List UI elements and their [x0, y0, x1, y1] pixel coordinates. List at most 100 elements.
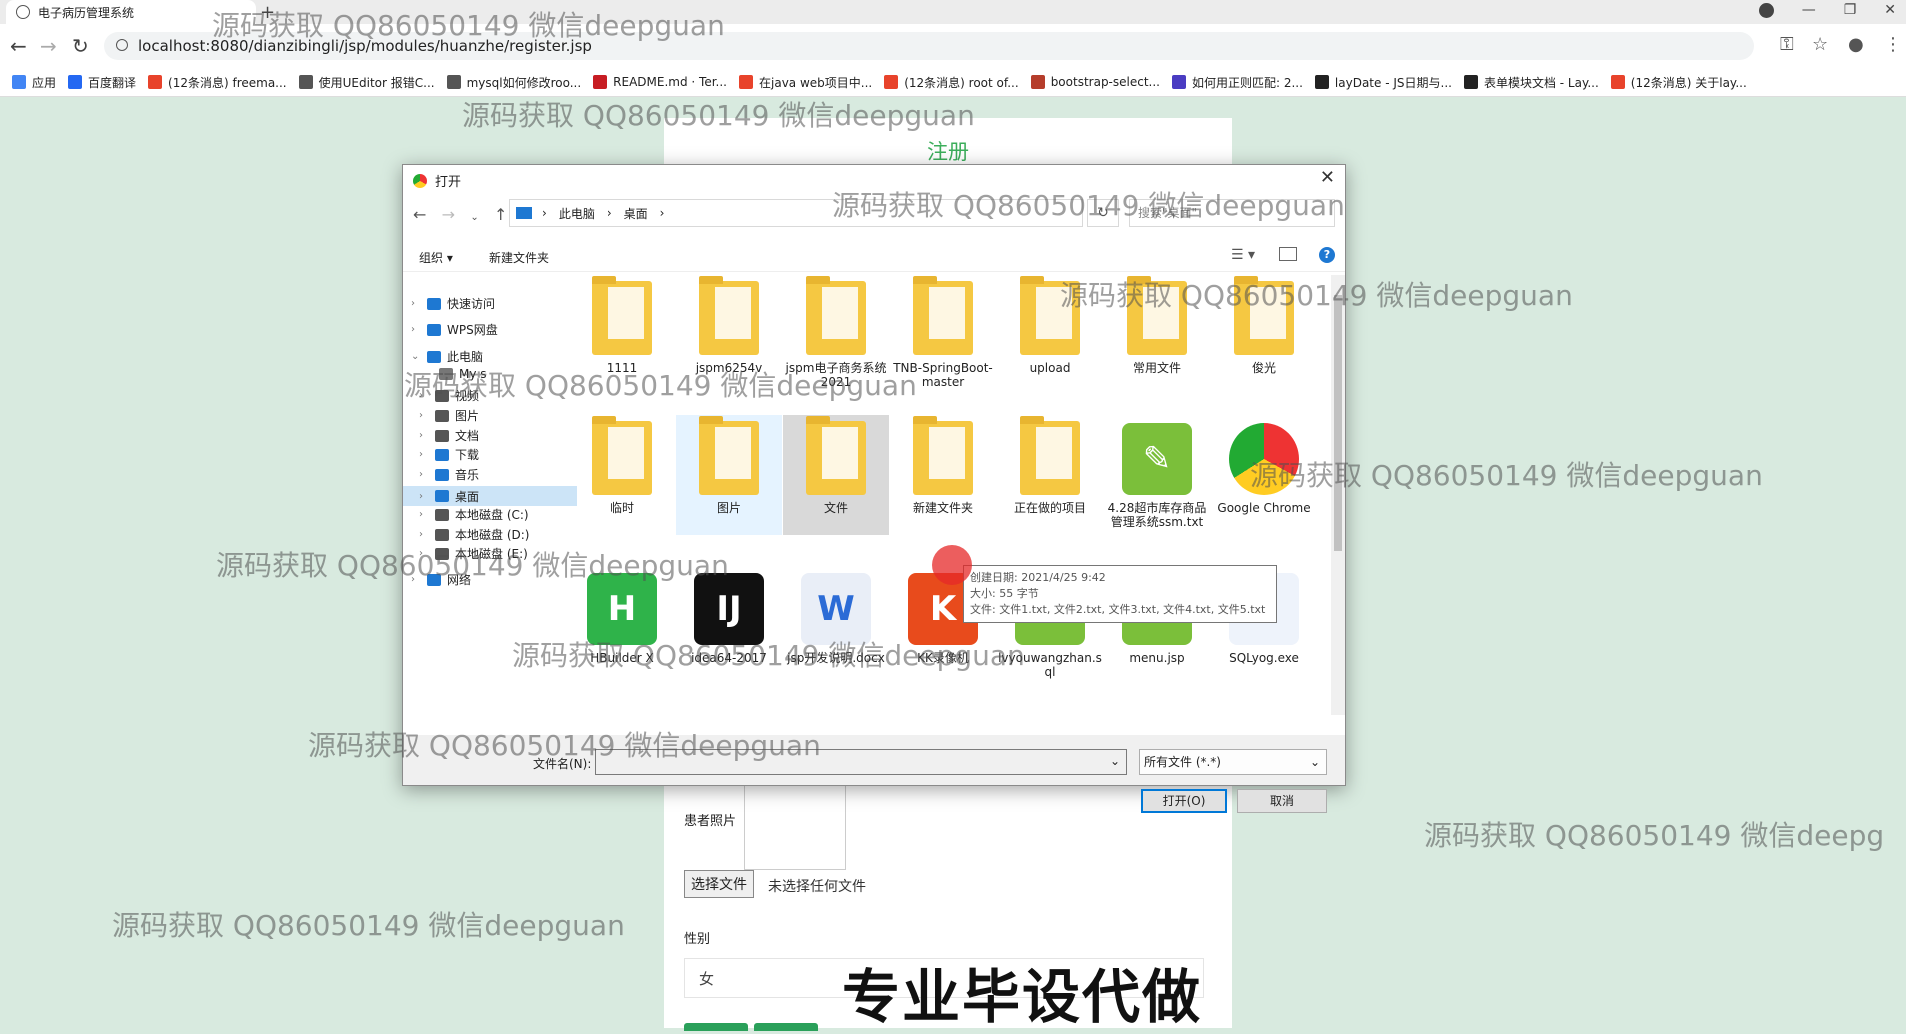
- tree-item[interactable]: › 本地磁盘 (D:): [419, 526, 529, 543]
- bookmark-item[interactable]: 百度翻译: [68, 74, 136, 91]
- forward-icon[interactable]: →: [442, 205, 455, 224]
- new-folder-button[interactable]: 新建文件夹: [489, 249, 549, 266]
- file-item[interactable]: 图片: [676, 415, 782, 535]
- close-icon[interactable]: ✕: [1884, 2, 1896, 18]
- file-item[interactable]: 临时: [569, 415, 675, 535]
- tree-item[interactable]: › 音乐: [419, 466, 479, 483]
- bookmark-item[interactable]: (12条消息) root of...: [884, 74, 1019, 91]
- file-item[interactable]: 正在做的项目: [997, 415, 1103, 535]
- file-item[interactable]: 俊光: [1211, 275, 1317, 405]
- reset-button[interactable]: [754, 1023, 818, 1031]
- forward-icon[interactable]: →: [40, 34, 57, 58]
- tree-item[interactable]: › 网络: [411, 571, 471, 588]
- bookmark-item[interactable]: README.md · Ter...: [593, 75, 727, 89]
- chevron-right-icon[interactable]: ›: [411, 298, 423, 309]
- restore-icon[interactable]: ❐: [1844, 2, 1857, 18]
- filename-input[interactable]: ⌄: [595, 749, 1127, 775]
- profile-icon[interactable]: [1758, 2, 1774, 18]
- chevron-down-icon[interactable]: ⌄: [1110, 754, 1120, 768]
- tree-item[interactable]: › 本地磁盘 (E:): [419, 545, 528, 562]
- key-icon[interactable]: ⚿: [1780, 34, 1794, 55]
- url-input[interactable]: localhost:8080/dianzibingli/jsp/modules/…: [104, 32, 1754, 60]
- chevron-right-icon[interactable]: ›: [419, 509, 431, 520]
- bookmark-item[interactable]: 如何用正则匹配: 2...: [1171, 74, 1303, 91]
- search-input[interactable]: 搜索"桌面": [1129, 199, 1335, 227]
- bookmark-item[interactable]: layDate - JS日期与...: [1314, 74, 1452, 91]
- browser-tab[interactable]: 电子病历管理系统: [6, 0, 256, 24]
- tree-item[interactable]: My s: [423, 367, 487, 381]
- bookmark-item[interactable]: 表单模块文档 - Lay...: [1463, 74, 1599, 91]
- choose-file-button[interactable]: 选择文件: [684, 870, 754, 898]
- reload-icon[interactable]: ↻: [72, 34, 89, 58]
- chevron-right-icon[interactable]: ›: [419, 529, 431, 540]
- file-item[interactable]: TNB-SpringBoot-master: [890, 275, 996, 405]
- help-icon[interactable]: ?: [1319, 247, 1335, 263]
- back-icon[interactable]: ←: [10, 34, 27, 58]
- scrollbar-thumb[interactable]: [1334, 295, 1342, 551]
- watermark: 源码获取 QQ86050149 微信deepg: [1424, 819, 1885, 852]
- file-item[interactable]: Google Chrome: [1211, 415, 1317, 535]
- chevron-right-icon[interactable]: ›: [419, 430, 431, 441]
- new-tab-icon[interactable]: +: [260, 2, 275, 23]
- file-item[interactable]: 文件: [783, 415, 889, 535]
- chevron-right-icon[interactable]: ›: [419, 410, 431, 421]
- tree-item[interactable]: ⌄ 此电脑: [411, 348, 483, 365]
- scrollbar[interactable]: [1331, 275, 1345, 715]
- bookmark-item[interactable]: 使用UEditor 报错C...: [298, 74, 435, 91]
- tree-item[interactable]: › 本地磁盘 (C:): [419, 506, 529, 523]
- bookmark-item[interactable]: mysql如何修改roo...: [446, 74, 581, 91]
- tree-item[interactable]: › WPS网盘: [411, 321, 498, 338]
- open-button[interactable]: 打开(O): [1141, 789, 1227, 813]
- file-item[interactable]: H HBuilder X: [569, 565, 675, 695]
- chevron-right-icon[interactable]: ›: [419, 491, 431, 502]
- up-icon[interactable]: ↑: [494, 205, 507, 224]
- close-icon[interactable]: ✕: [1320, 167, 1335, 188]
- organize-button[interactable]: 组织 ▾: [419, 249, 453, 266]
- file-item[interactable]: 1111: [569, 275, 675, 405]
- tree-item[interactable]: › 视频: [419, 387, 479, 404]
- tree-item[interactable]: › 桌面: [403, 486, 577, 506]
- chevron-right-icon[interactable]: ›: [419, 390, 431, 401]
- bookmark-item[interactable]: 应用: [12, 74, 56, 91]
- tree-item[interactable]: › 文档: [419, 427, 479, 444]
- chevron-right-icon[interactable]: ›: [419, 449, 431, 460]
- file-item[interactable]: Wjsp开发说明.docx: [783, 565, 889, 695]
- file-item[interactable]: upload: [997, 275, 1103, 405]
- back-icon[interactable]: ←: [413, 205, 426, 224]
- chevron-right-icon[interactable]: ›: [419, 469, 431, 480]
- star-icon[interactable]: ☆: [1812, 34, 1828, 55]
- minimize-icon[interactable]: —: [1802, 2, 1816, 18]
- file-item[interactable]: jspm电子商务系统2021: [783, 275, 889, 405]
- file-item[interactable]: jspm6254v: [676, 275, 782, 405]
- tree-item[interactable]: › 快速访问: [411, 295, 495, 312]
- view-icon[interactable]: ☰ ▾: [1231, 247, 1255, 263]
- preview-pane-icon[interactable]: [1279, 247, 1297, 261]
- file-item[interactable]: 新建文件夹: [890, 415, 996, 535]
- path-breadcrumb[interactable]: › 此电脑 › 桌面 ›: [509, 199, 1083, 227]
- info-icon[interactable]: [116, 39, 128, 51]
- refresh-icon[interactable]: ↻: [1087, 199, 1119, 227]
- chevron-right-icon[interactable]: ›: [411, 574, 423, 585]
- breadcrumb-pc[interactable]: 此电脑: [559, 205, 595, 222]
- tree-item[interactable]: › 下载: [419, 446, 479, 463]
- bookmark-item[interactable]: (12条消息) 关于lay...: [1610, 74, 1747, 91]
- file-item[interactable]: IJ idea64-2017: [676, 565, 782, 695]
- file-item[interactable]: 常用文件: [1104, 275, 1210, 405]
- bookmark-item[interactable]: bootstrap-select...: [1030, 75, 1160, 89]
- submit-button[interactable]: [684, 1023, 748, 1031]
- filetype-select[interactable]: 所有文件 (*.*) ⌄: [1139, 749, 1327, 775]
- folder-tooltip: 创建日期: 2021/4/25 9:42 大小: 55 字节 文件: 文件1.t…: [963, 565, 1277, 623]
- chevron-right-icon[interactable]: ›: [419, 548, 431, 559]
- tree-item[interactable]: › 图片: [419, 407, 479, 424]
- file-item[interactable]: ✎ 4.28超市库存商品管理系统ssm.txt: [1104, 415, 1210, 535]
- menu-icon[interactable]: ⋮: [1884, 34, 1902, 55]
- bookmark-item[interactable]: 在java web项目中...: [739, 74, 872, 91]
- cancel-button[interactable]: 取消: [1237, 789, 1327, 813]
- bookmark-item[interactable]: (12条消息) freema...: [148, 74, 287, 91]
- chevron-down-icon[interactable]: ⌄: [470, 212, 478, 223]
- breadcrumb-desktop[interactable]: 桌面: [624, 205, 648, 222]
- tree-item-icon: [435, 547, 449, 560]
- chevron-down-icon[interactable]: ⌄: [411, 351, 423, 362]
- account-icon[interactable]: ●: [1848, 34, 1864, 55]
- chevron-right-icon[interactable]: ›: [411, 324, 423, 335]
